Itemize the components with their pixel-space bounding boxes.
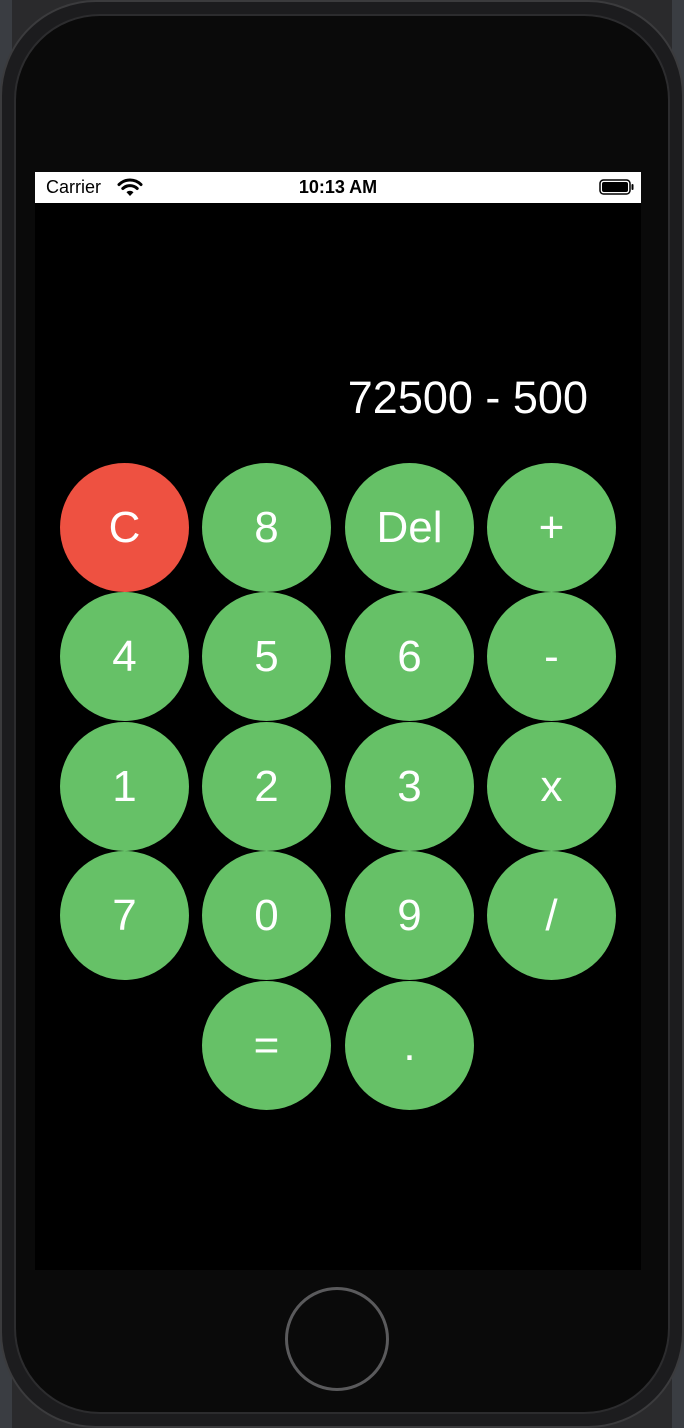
digit-6-button[interactable]: 6 bbox=[345, 592, 474, 721]
digit-5-button[interactable]: 5 bbox=[202, 592, 331, 721]
decimal-button[interactable]: . bbox=[345, 981, 474, 1110]
digit-0-button[interactable]: 0 bbox=[202, 851, 331, 980]
digit-8-button[interactable]: 8 bbox=[202, 463, 331, 592]
app-screen bbox=[35, 172, 641, 1270]
multiply-button[interactable]: x bbox=[487, 722, 616, 851]
calculator-display: 72500 - 500 bbox=[347, 372, 588, 423]
digit-4-button[interactable]: 4 bbox=[60, 592, 189, 721]
clear-button[interactable]: C bbox=[60, 463, 189, 592]
battery-icon bbox=[599, 179, 634, 195]
divide-button[interactable]: / bbox=[487, 851, 616, 980]
home-button[interactable] bbox=[285, 1287, 389, 1391]
delete-button[interactable]: Del bbox=[345, 463, 474, 592]
subtract-button[interactable]: - bbox=[487, 592, 616, 721]
add-button[interactable]: + bbox=[487, 463, 616, 592]
digit-3-button[interactable]: 3 bbox=[345, 722, 474, 851]
status-time: 10:13 AM bbox=[298, 177, 378, 197]
digit-7-button[interactable]: 7 bbox=[60, 851, 189, 980]
status-bar: Carrier 10:13 AM bbox=[35, 172, 641, 203]
digit-1-button[interactable]: 1 bbox=[60, 722, 189, 851]
equals-button[interactable]: = bbox=[202, 981, 331, 1110]
digit-9-button[interactable]: 9 bbox=[345, 851, 474, 980]
digit-2-button[interactable]: 2 bbox=[202, 722, 331, 851]
